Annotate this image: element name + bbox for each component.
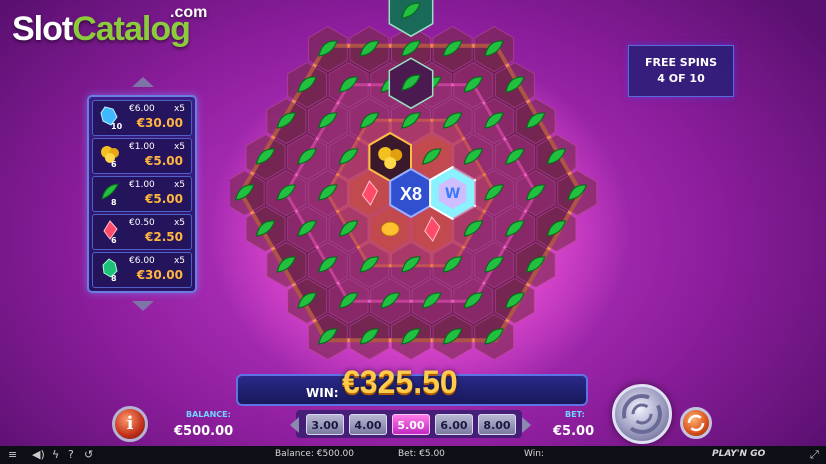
spin-button[interactable]: [612, 384, 672, 444]
paytable-multiplier: x5: [173, 256, 185, 266]
bet-option[interactable]: 4.00: [349, 414, 387, 435]
paytable-panel: 10 €6.00 x5 €30.00 6 €1.00 x5 €5.00 8 €1.00 x5 €5.0…: [87, 95, 197, 293]
info-button[interactable]: i: [112, 406, 148, 442]
autoplay-button[interactable]: [680, 407, 712, 439]
bet-decrease-arrow[interactable]: [290, 417, 299, 433]
paytable-base-pay: €0.50: [129, 218, 155, 228]
multiplier-value: X8: [400, 184, 422, 204]
status-balance: Balance: €500.00: [275, 449, 355, 459]
paytable-multiplier: x5: [173, 104, 185, 114]
lightning-icon[interactable]: ϟ: [52, 448, 59, 461]
green-leaf-icon: [99, 181, 121, 203]
sound-icon[interactable]: ◀): [32, 448, 45, 461]
spin-swirl-icon: [622, 394, 662, 434]
paytable-row: 8 €1.00 x5 €5.00: [92, 176, 192, 212]
status-win: Win:: [524, 449, 544, 459]
balance-label: BALANCE:: [186, 410, 231, 419]
autoplay-swirl-icon: [687, 414, 705, 432]
paytable-total-pay: €2.50: [145, 230, 183, 244]
paytable-count: 6: [111, 160, 117, 169]
paytable-base-pay: €1.00: [129, 142, 155, 152]
paytable-count: 10: [111, 122, 123, 131]
paytable-base-pay: €6.00: [129, 104, 155, 114]
paytable-row: 8 €6.00 x5 €30.00: [92, 252, 192, 288]
bet-label: BET:: [565, 410, 585, 419]
history-icon[interactable]: ↺: [84, 448, 93, 461]
paytable-up-arrow[interactable]: [130, 76, 156, 88]
paytable-multiplier: x5: [173, 142, 185, 152]
free-spins-progress: 4 OF 10: [657, 72, 705, 85]
win-label: WIN:: [306, 386, 339, 400]
paytable-multiplier: x5: [173, 180, 185, 190]
paytable-base-pay: €6.00: [129, 256, 155, 266]
board-cell: [388, 0, 434, 38]
balance-value: €500.00: [174, 424, 234, 439]
win-amount: €325.50: [342, 364, 458, 400]
paytable-total-pay: €5.00: [145, 154, 183, 168]
bet-option[interactable]: 6.00: [435, 414, 473, 435]
menu-icon[interactable]: ≡: [8, 448, 17, 461]
paytable-total-pay: €5.00: [145, 192, 183, 206]
paytable-count: 8: [111, 274, 117, 283]
wild-letter: W: [445, 186, 460, 202]
help-icon[interactable]: ?: [68, 448, 74, 461]
gold-nugget-icon: [99, 143, 121, 165]
paytable-base-pay: €1.00: [129, 180, 155, 190]
hex-board: X8 W: [230, 0, 598, 361]
status-bar: ≡ ◀) ϟ ? ↺ Balance: €500.00 Bet: €5.00 W…: [0, 446, 826, 464]
green-crystal-icon: [99, 257, 121, 279]
status-bet: Bet: €5.00: [398, 449, 445, 459]
paytable-row: 6 €1.00 x5 €5.00: [92, 138, 192, 174]
bet-increase-arrow[interactable]: [522, 417, 531, 433]
paytable-multiplier: x5: [173, 218, 185, 228]
red-gem-icon: [99, 219, 121, 241]
paytable-down-arrow[interactable]: [130, 300, 156, 312]
fullscreen-icon[interactable]: ⤢: [810, 448, 819, 462]
free-spins-counter: FREE SPINS 4 OF 10: [628, 45, 734, 97]
paytable-count: 8: [111, 198, 117, 207]
paytable-row: 10 €6.00 x5 €30.00: [92, 100, 192, 136]
free-spins-label: FREE SPINS: [644, 56, 718, 69]
paytable-row: 6 €0.50 x5 €2.50: [92, 214, 192, 250]
bet-option[interactable]: 5.00: [392, 414, 430, 435]
paytable-total-pay: €30.00: [136, 116, 183, 130]
gold-nugget-icon: [380, 221, 400, 237]
provider-logo: PLAY'N GO: [712, 449, 766, 459]
paytable-count: 6: [111, 236, 117, 245]
bet-option[interactable]: 8.00: [478, 414, 516, 435]
bet-value: €5.00: [553, 424, 595, 439]
site-logo: SlotCatalog .com: [12, 4, 208, 48]
paytable-total-pay: €30.00: [136, 268, 183, 282]
bet-option[interactable]: 3.00: [306, 414, 344, 435]
